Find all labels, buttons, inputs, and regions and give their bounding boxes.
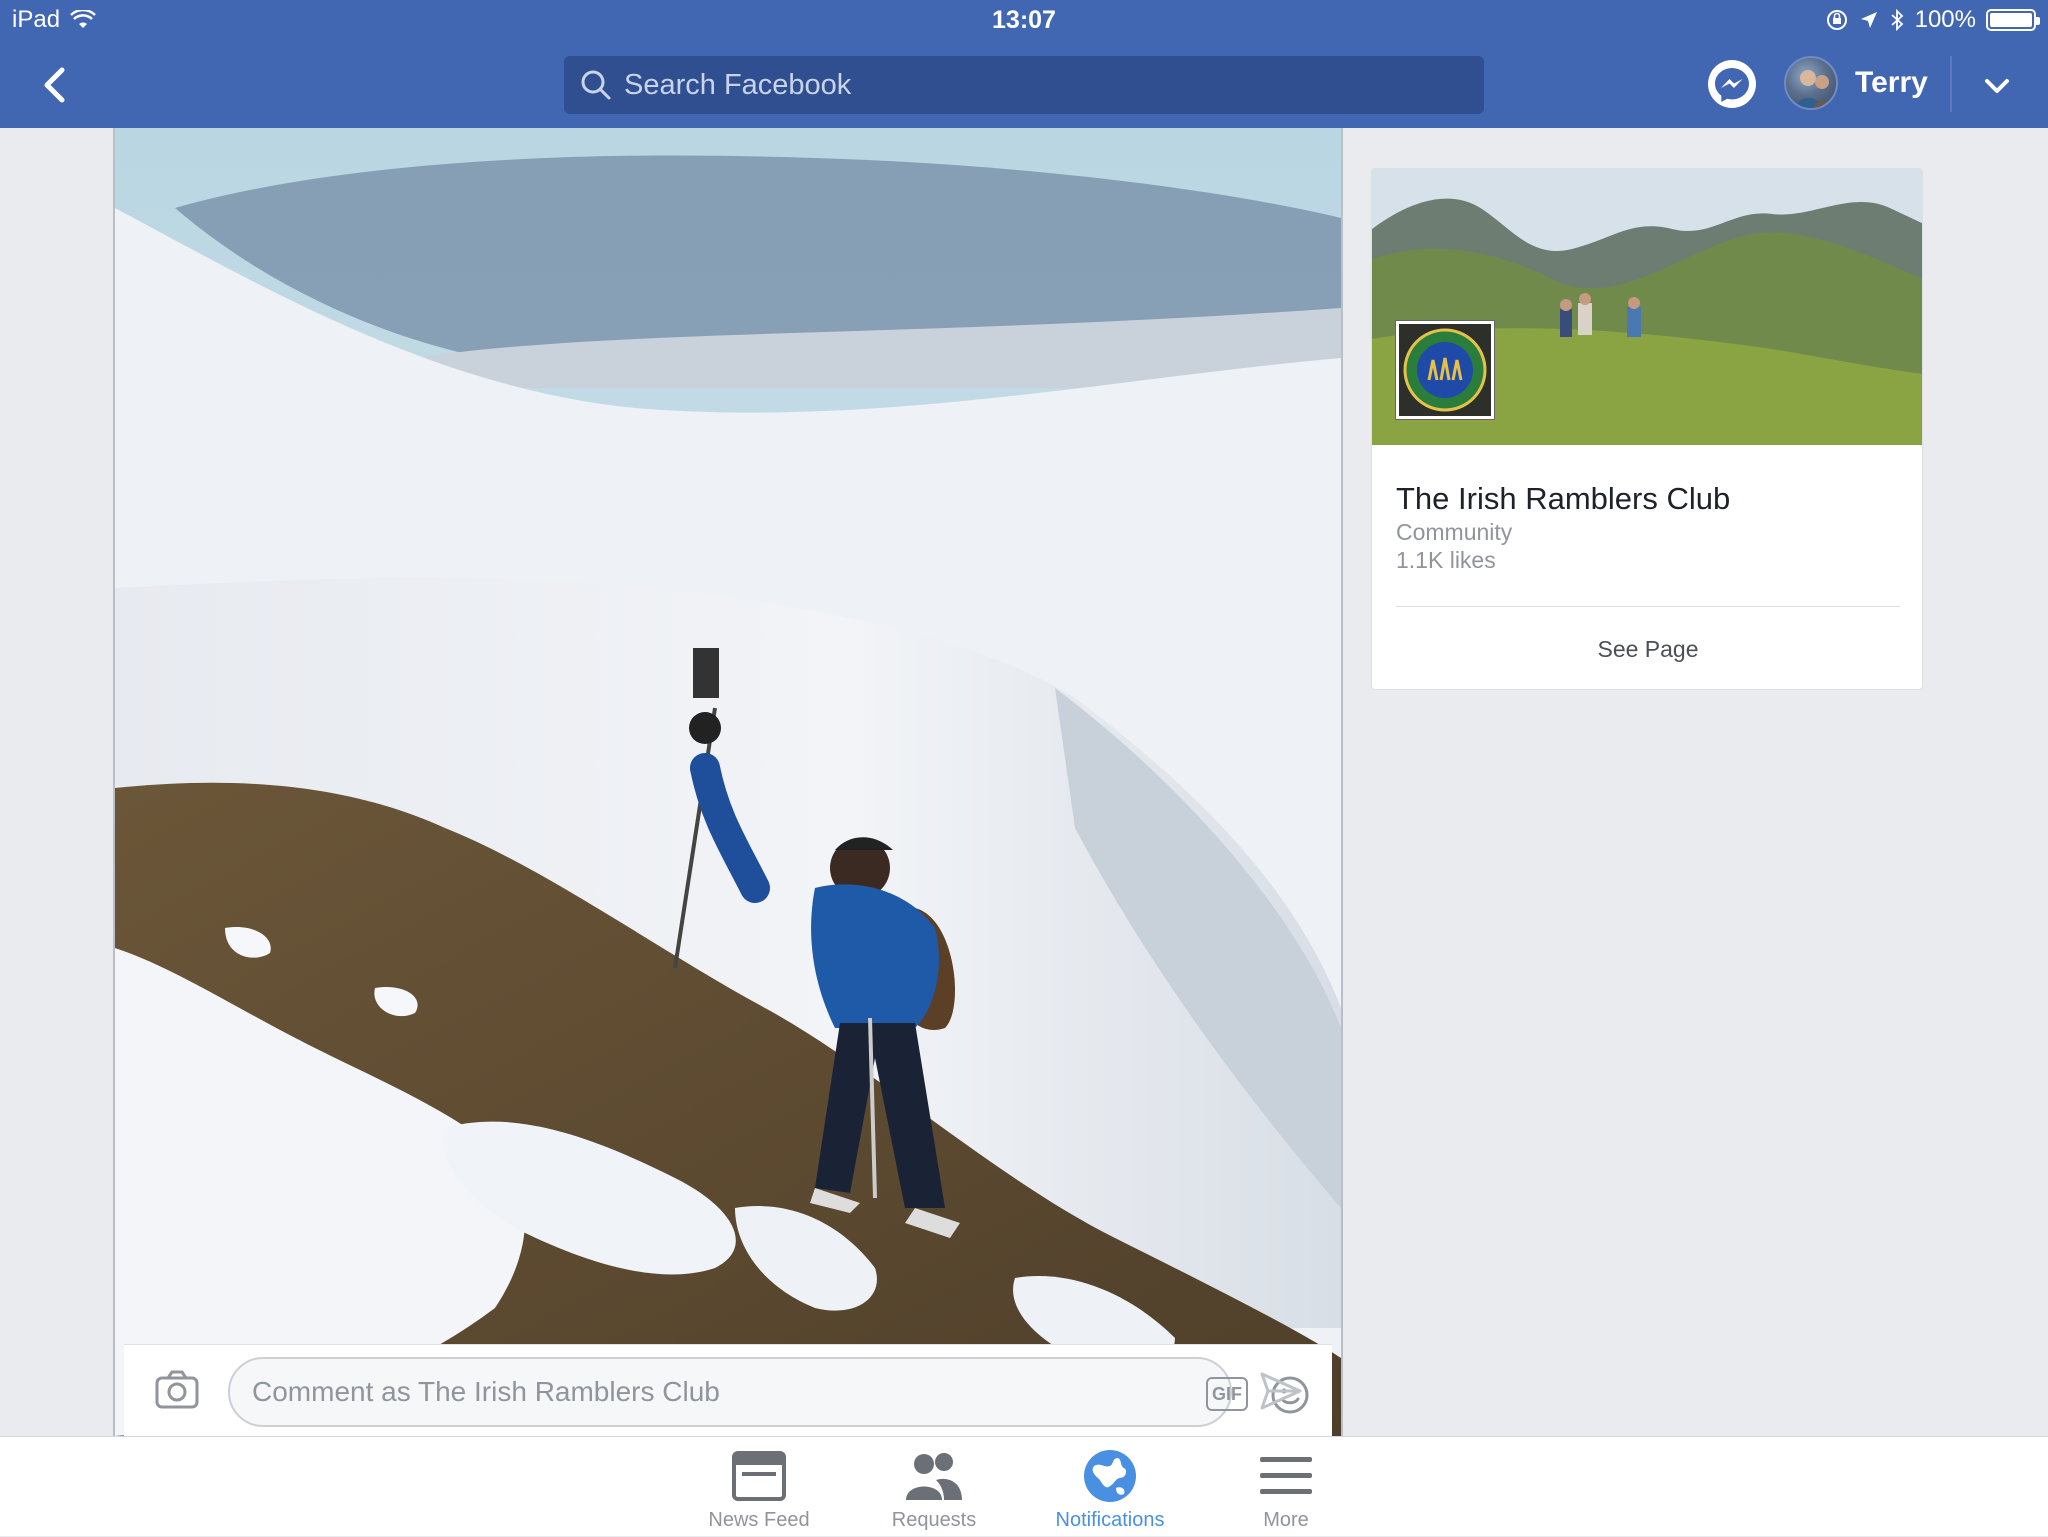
battery-level: [1990, 13, 2032, 27]
chevron-left-icon: [44, 67, 65, 103]
camera-icon: [155, 1370, 199, 1409]
account-menu-button[interactable]: [1975, 64, 2019, 108]
rotation-lock-icon: [1826, 10, 1847, 30]
tab-requests[interactable]: Requests: [859, 1437, 1009, 1537]
messenger-icon: [1715, 68, 1749, 102]
bluetooth-icon: [1891, 8, 1903, 32]
status-time: 13:07: [992, 6, 1056, 34]
tab-label: Notifications: [1055, 1509, 1165, 1531]
comment-bar: Comment as The Irish Ramblers Club GIF: [124, 1344, 1332, 1436]
tab-bar: News Feed Requests Notifications More: [0, 1436, 2048, 1536]
avatar-photo: [1795, 70, 1833, 108]
tab-label: Requests: [891, 1509, 977, 1531]
nav-bar: Search Facebook Terry: [0, 42, 2048, 128]
avatar[interactable]: [1784, 56, 1838, 110]
tab-label: News Feed: [708, 1509, 810, 1531]
see-page-button[interactable]: See Page: [1372, 607, 1922, 689]
page-likes: 1.1K likes: [1396, 547, 1496, 573]
status-bar: iPad 13:07 100%: [0, 0, 2048, 42]
post-media[interactable]: [113, 128, 1343, 1436]
camera-button[interactable]: [154, 1369, 200, 1411]
tab-notifications[interactable]: Notifications: [1035, 1437, 1185, 1537]
news-feed-icon: [729, 1447, 789, 1505]
gif-button[interactable]: GIF: [1206, 1377, 1248, 1411]
status-right: 100%: [1825, 6, 2040, 34]
send-icon: [1260, 1372, 1302, 1410]
globe-icon: [1080, 1447, 1140, 1505]
battery-percent: 100%: [1914, 6, 1976, 33]
ramblers-logo-icon: [1399, 324, 1491, 416]
chevron-down-icon: [1985, 79, 2009, 93]
page-category: Community: [1396, 519, 1513, 545]
search-placeholder: Search Facebook: [624, 68, 852, 101]
battery-icon: [1986, 9, 2040, 31]
tab-news-feed[interactable]: News Feed: [684, 1437, 834, 1537]
location-icon: [1860, 12, 1877, 28]
search-input[interactable]: Search Facebook: [564, 56, 1484, 114]
page-logo[interactable]: [1396, 321, 1494, 419]
back-button[interactable]: [30, 60, 80, 110]
menu-icon: [1256, 1447, 1316, 1505]
hiker-photo: [115, 128, 1341, 1436]
search-icon: [581, 70, 611, 100]
messenger-button[interactable]: [1708, 60, 1756, 108]
tab-label: More: [1263, 1509, 1309, 1531]
comment-placeholder: Comment as The Irish Ramblers Club: [252, 1376, 720, 1407]
page-card: The Irish Ramblers Club Community 1.1K l…: [1371, 168, 1923, 690]
page-title[interactable]: The Irish Ramblers Club: [1396, 481, 1730, 517]
tab-more[interactable]: More: [1211, 1437, 1361, 1537]
profile-name[interactable]: Terry: [1855, 66, 1928, 100]
nav-divider: [1950, 56, 1952, 112]
send-button[interactable]: [1259, 1371, 1303, 1411]
friends-icon: [904, 1447, 964, 1505]
cover-photo[interactable]: [1372, 169, 1922, 445]
comment-input[interactable]: Comment as The Irish Ramblers Club GIF: [228, 1357, 1309, 1427]
